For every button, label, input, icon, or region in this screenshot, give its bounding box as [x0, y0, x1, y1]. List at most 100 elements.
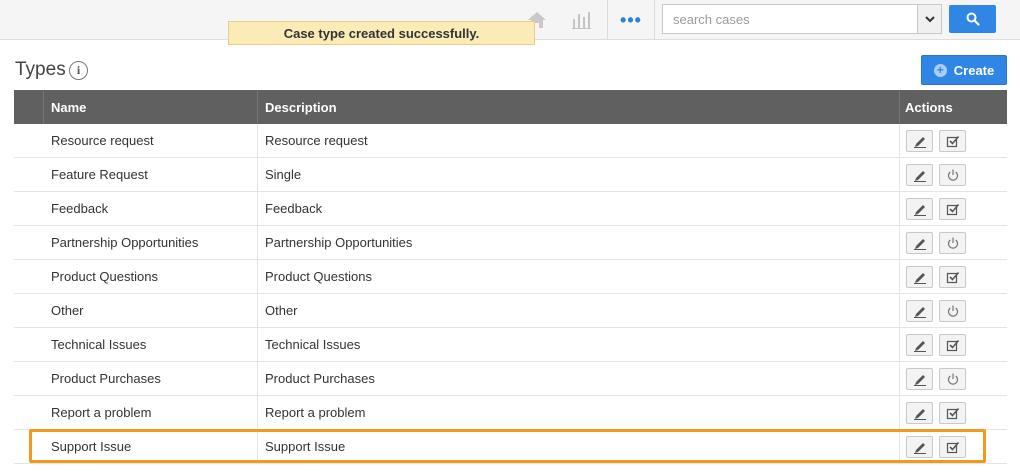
- table-row: Feature Request Single: [14, 158, 1007, 192]
- pencil-icon: [913, 374, 926, 386]
- header-divider: [257, 90, 258, 124]
- table-row: Report a problem Report a problem: [14, 396, 1007, 430]
- table-row: Other Other: [14, 294, 1007, 328]
- enable-check-icon: [946, 441, 959, 453]
- enable-check-icon: [946, 407, 959, 419]
- column-divider: [899, 226, 900, 259]
- type-name: Other: [51, 303, 84, 318]
- enable-button[interactable]: [939, 435, 966, 458]
- enable-button[interactable]: [939, 197, 966, 220]
- edit-button[interactable]: [906, 435, 933, 458]
- plus-circle-icon: +: [933, 63, 947, 77]
- disable-button[interactable]: [939, 367, 966, 390]
- search-button[interactable]: [949, 5, 996, 33]
- column-divider: [257, 124, 258, 157]
- column-header-description[interactable]: Description: [265, 90, 337, 124]
- create-button[interactable]: + Create: [921, 55, 1007, 85]
- type-name: Partnership Opportunities: [51, 235, 199, 250]
- page-title: Types: [15, 59, 66, 80]
- type-description: Report a problem: [265, 405, 366, 420]
- row-actions: [906, 362, 966, 395]
- type-description: Support Issue: [265, 439, 346, 454]
- row-actions: [906, 328, 966, 361]
- table-row: Technical Issues Technical Issues: [14, 328, 1007, 362]
- info-icon[interactable]: i: [69, 61, 88, 80]
- header-divider: [899, 90, 900, 124]
- pencil-icon: [913, 306, 926, 318]
- edit-button[interactable]: [906, 265, 933, 288]
- type-name: Report a problem: [51, 405, 152, 420]
- create-button-label: Create: [953, 62, 995, 78]
- type-description: Partnership Opportunities: [265, 235, 413, 250]
- edit-button[interactable]: [906, 129, 933, 152]
- edit-button[interactable]: [906, 367, 933, 390]
- edit-button[interactable]: [906, 333, 933, 356]
- pencil-icon: [913, 170, 926, 182]
- edit-button[interactable]: [906, 231, 933, 254]
- column-divider: [257, 294, 258, 327]
- power-icon: [947, 169, 958, 181]
- edit-button[interactable]: [906, 299, 933, 322]
- enable-check-icon: [946, 271, 959, 283]
- edit-button[interactable]: [906, 197, 933, 220]
- table-header: Name Description Actions: [14, 90, 1007, 124]
- table-body: Resource request Resource request Feature …: [14, 124, 1007, 464]
- type-name: Product Purchases: [51, 371, 161, 386]
- success-notification: Case type created successfully.: [228, 21, 535, 45]
- enable-button[interactable]: [939, 129, 966, 152]
- row-actions: [906, 260, 966, 293]
- bar-chart-icon[interactable]: [564, 0, 598, 39]
- type-name: Resource request: [51, 133, 154, 148]
- power-icon: [947, 305, 958, 317]
- column-divider: [257, 362, 258, 395]
- type-description: Resource request: [265, 133, 368, 148]
- column-divider: [899, 362, 900, 395]
- enable-check-icon: [946, 135, 959, 147]
- search-input[interactable]: [663, 5, 917, 33]
- type-description: Single: [265, 167, 302, 182]
- type-name: Technical Issues: [51, 337, 147, 352]
- disable-button[interactable]: [939, 231, 966, 254]
- disable-button[interactable]: [939, 163, 966, 186]
- table-row: Product Purchases Product Purchases: [14, 362, 1007, 396]
- disable-button[interactable]: [939, 299, 966, 322]
- pencil-icon: [913, 408, 926, 420]
- column-divider: [899, 328, 900, 361]
- pencil-icon: [913, 442, 926, 454]
- chevron-down-icon: [924, 15, 935, 22]
- type-description: Other: [265, 303, 298, 318]
- table-row: Support Issue Support Issue: [14, 430, 1007, 464]
- enable-button[interactable]: [939, 333, 966, 356]
- column-divider: [257, 226, 258, 259]
- row-actions: [906, 226, 966, 259]
- column-divider: [257, 192, 258, 225]
- enable-check-icon: [946, 203, 959, 215]
- search-dropdown-button[interactable]: [917, 5, 941, 33]
- enable-check-icon: [946, 339, 959, 351]
- edit-button[interactable]: [906, 163, 933, 186]
- type-description: Technical Issues: [265, 337, 361, 352]
- more-dots-icon: •••: [620, 9, 642, 30]
- types-table: Name Description Actions Resource reques…: [14, 90, 1007, 464]
- column-divider: [257, 430, 258, 463]
- table-row: Feedback Feedback: [14, 192, 1007, 226]
- enable-button[interactable]: [939, 265, 966, 288]
- type-name: Feedback: [51, 201, 109, 216]
- pencil-icon: [913, 204, 926, 216]
- table-row: Product Questions Product Questions: [14, 260, 1007, 294]
- column-divider: [257, 396, 258, 429]
- pencil-icon: [913, 272, 926, 284]
- edit-button[interactable]: [906, 401, 933, 424]
- row-actions: [906, 396, 966, 429]
- more-menu-button[interactable]: •••: [607, 0, 655, 39]
- row-actions: [906, 124, 966, 157]
- enable-button[interactable]: [939, 401, 966, 424]
- table-row: Resource request Resource request: [14, 124, 1007, 158]
- column-divider: [257, 260, 258, 293]
- row-actions: [906, 192, 966, 225]
- column-divider: [257, 328, 258, 361]
- type-description: Product Questions: [265, 269, 372, 284]
- row-actions: [906, 430, 966, 463]
- power-icon: [947, 237, 958, 249]
- column-header-name[interactable]: Name: [51, 90, 86, 124]
